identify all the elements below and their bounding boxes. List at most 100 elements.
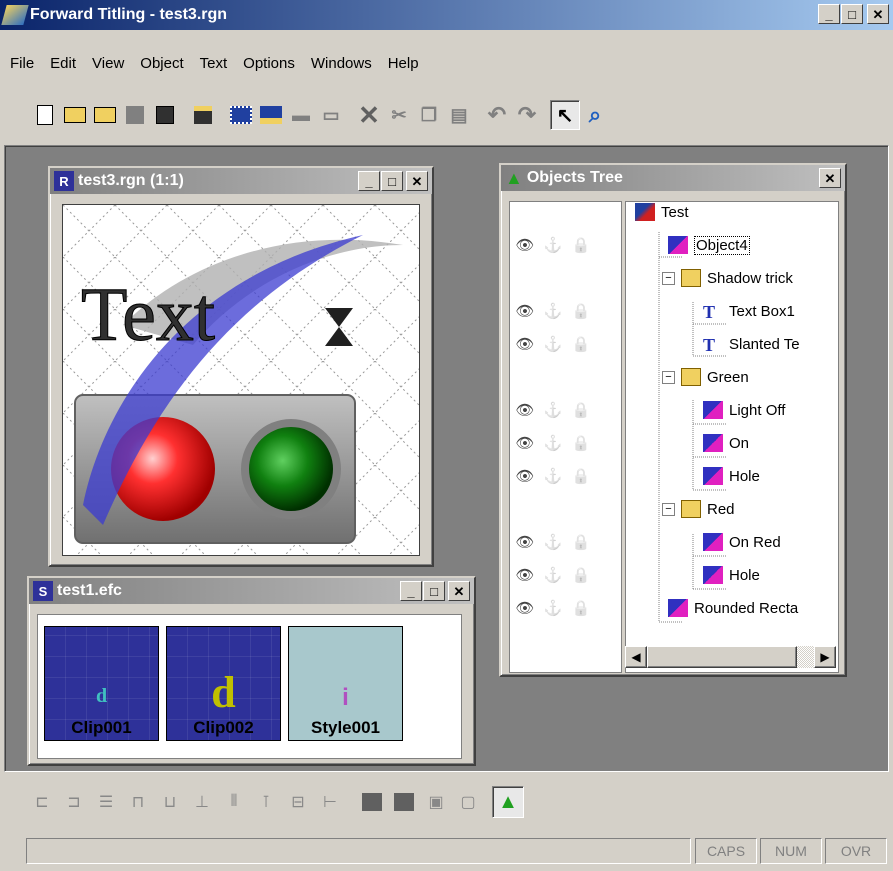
delete-icon[interactable]: ✕ [354,100,384,130]
film-icon[interactable] [226,100,256,130]
redo-icon[interactable]: ↷ [512,100,542,130]
objects-tree-toggle-icon[interactable]: ▲ [492,786,524,818]
paste-icon[interactable]: ▤ [444,100,474,130]
eye-icon[interactable]: 👁 [514,599,536,617]
doc-minimize-button[interactable]: _ [358,171,380,191]
align-middle-icon[interactable]: ⊔ [154,786,186,818]
lock-icon[interactable]: 🔒 [570,302,592,320]
group-icon[interactable]: ▣ [420,786,452,818]
lock-icon[interactable]: 🔒 [570,401,592,419]
clips-minimize-button[interactable]: _ [400,581,422,601]
open-recent-icon[interactable] [90,100,120,130]
minimize-button[interactable]: _ [818,4,840,24]
anchor-icon[interactable]: ⚓ [542,599,564,617]
tree-item[interactable]: Test [635,198,689,226]
tree-expander-icon[interactable]: − [662,271,675,285]
tree-item[interactable]: T Slanted Te [703,330,800,358]
menu-windows[interactable]: Windows [303,52,380,76]
distribute-v-icon[interactable]: ⊺ [250,786,282,818]
menu-text[interactable]: Text [192,52,236,76]
align-right-icon[interactable]: ☰ [90,786,122,818]
lock-icon[interactable]: 🔒 [570,467,592,485]
lock-icon[interactable]: 🔒 [570,236,592,254]
scroll-left-button[interactable]: ◀ [625,646,647,668]
lock-icon[interactable]: 🔒 [570,599,592,617]
film-open-icon[interactable] [256,100,286,130]
anchor-icon[interactable]: ⚓ [542,467,564,485]
film-copy-icon[interactable]: ▬ [286,100,316,130]
eye-icon[interactable]: 👁 [514,302,536,320]
menu-object[interactable]: Object [132,52,191,76]
anchor-icon[interactable]: ⚓ [542,335,564,353]
close-button[interactable]: ✕ [867,4,889,24]
same-width-icon[interactable]: ⊟ [282,786,314,818]
scroll-right-button[interactable]: ▶ [814,646,836,668]
film-paste-icon[interactable]: ▭ [316,100,346,130]
copy-icon[interactable]: ❐ [414,100,444,130]
new-icon[interactable] [30,100,60,130]
align-center-h-icon[interactable]: ⊐ [58,786,90,818]
style-item[interactable]: i Style001 [288,626,403,741]
bring-front-icon[interactable] [356,786,388,818]
eye-icon[interactable]: 👁 [514,236,536,254]
align-top-icon[interactable]: ⊓ [122,786,154,818]
menu-help[interactable]: Help [380,52,427,76]
eye-icon[interactable]: 👁 [514,401,536,419]
clip-item[interactable]: d Clip002 [166,626,281,741]
lock-icon[interactable]: 🔒 [570,533,592,551]
tree-item[interactable]: Light Off [703,396,785,424]
tree-close-button[interactable]: ✕ [819,168,841,188]
ungroup-icon[interactable]: ▢ [452,786,484,818]
anchor-icon[interactable]: ⚓ [542,302,564,320]
menu-view[interactable]: View [84,52,132,76]
eye-icon[interactable]: 👁 [514,467,536,485]
pointer-tool-icon[interactable]: ↖ [550,100,580,130]
align-bottom-icon[interactable]: ⊥ [186,786,218,818]
clip-item[interactable]: d Clip001 [44,626,159,741]
anchor-icon[interactable]: ⚓ [542,401,564,419]
tree-icon[interactable]: ▲ [505,168,523,189]
align-left-icon[interactable]: ⊏ [26,786,58,818]
anchor-icon[interactable]: ⚓ [542,566,564,584]
tree-item[interactable]: − Red [662,495,735,523]
eye-icon[interactable]: 👁 [514,533,536,551]
tree-item[interactable]: − Shadow trick [662,264,793,292]
save-icon[interactable] [150,100,180,130]
same-height-icon[interactable]: ⊢ [314,786,346,818]
menu-edit[interactable]: Edit [42,52,84,76]
app-icon[interactable] [1,5,29,25]
tree-item[interactable]: Hole [703,561,760,589]
zoom-tool-icon[interactable]: ⌕ [580,100,610,130]
tree-item[interactable]: − Green [662,363,749,391]
send-back-icon[interactable] [388,786,420,818]
maximize-button[interactable]: □ [841,4,863,24]
tree-item[interactable]: Object4 [668,231,750,259]
tree-expander-icon[interactable]: − [662,502,675,516]
tree-item[interactable]: Rounded Recta [668,594,798,622]
eye-icon[interactable]: 👁 [514,434,536,452]
undo-icon[interactable]: ↶ [482,100,512,130]
tree-item[interactable]: Hole [703,462,760,490]
menu-file[interactable]: File [2,52,42,76]
doc-maximize-button[interactable]: □ [381,171,403,191]
anchor-icon[interactable]: ⚓ [542,236,564,254]
save-all-icon[interactable] [188,100,218,130]
scroll-thumb[interactable] [647,646,797,668]
tree-expander-icon[interactable]: − [662,370,675,384]
document-icon[interactable]: R [54,171,74,191]
distribute-h-icon[interactable]: ⫴ [218,786,250,818]
eye-icon[interactable]: 👁 [514,335,536,353]
tree-item[interactable]: On Red [703,528,781,556]
lock-icon[interactable]: 🔒 [570,335,592,353]
tree-item[interactable]: On [703,429,749,457]
anchor-icon[interactable]: ⚓ [542,533,564,551]
clips-maximize-button[interactable]: □ [423,581,445,601]
clips-window-icon[interactable]: S [33,581,53,601]
cut-icon[interactable]: ✂ [384,100,414,130]
doc-close-button[interactable]: ✕ [406,171,428,191]
anchor-icon[interactable]: ⚓ [542,434,564,452]
document-canvas[interactable]: Text [62,204,420,556]
clips-close-button[interactable]: ✕ [448,581,470,601]
menu-options[interactable]: Options [235,52,303,76]
tree-horizontal-scrollbar[interactable]: ◀ ▶ [625,646,836,668]
